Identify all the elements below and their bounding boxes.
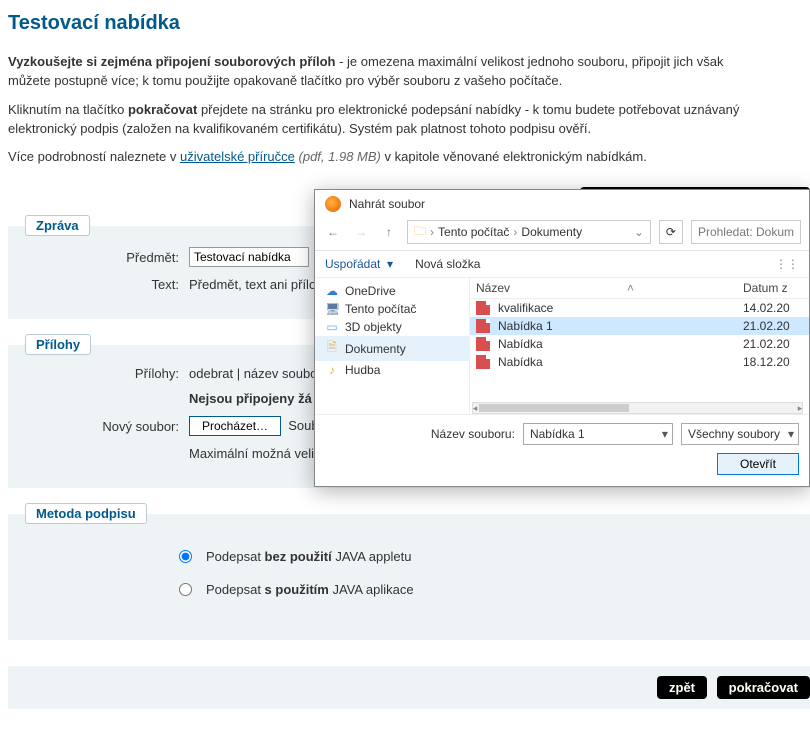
file-date: 21.02.20 <box>743 337 803 351</box>
breadcrumb[interactable]: 🗀 › Tento počítač › Dokumenty ⌄ <box>407 220 651 244</box>
folder-tree: ☁ OneDrive 🖥 Tento počítač ▭ 3D objekty 🗎 Dokum… <box>315 278 470 414</box>
tree-item-label: 3D objekty <box>345 320 402 334</box>
intro-text: Vyzkoušejte si zejména připojení souboro… <box>8 53 810 167</box>
predmet-input[interactable] <box>189 247 309 267</box>
intro-strong-1: Vyzkoušejte si zejména připojení souboro… <box>8 54 335 69</box>
tree-item[interactable]: 🖥 Tento počítač <box>315 300 469 318</box>
filename-label: Název souboru: <box>431 427 515 441</box>
file-name: Nabídka 1 <box>498 319 743 333</box>
bc-leaf[interactable]: Dokumenty <box>521 225 582 239</box>
legend-podpis: Metoda podpisu <box>25 503 147 524</box>
tree-item-icon: ▭ <box>325 320 339 334</box>
nav-back-icon[interactable]: ← <box>323 222 343 242</box>
col-name-header[interactable]: Název <box>476 281 510 295</box>
footer-buttons: zpět pokračovat <box>8 666 810 709</box>
firefox-icon <box>325 196 341 212</box>
file-name: kvalifikace <box>498 301 743 315</box>
file-date: 18.12.20 <box>743 355 803 369</box>
view-options-icon[interactable]: ⋮⋮ <box>775 257 799 271</box>
text-label: Text: <box>19 277 189 292</box>
refresh-button[interactable]: ⟳ <box>659 220 683 244</box>
tree-item[interactable]: 🗎 Dokumenty <box>315 336 469 361</box>
tree-item[interactable]: ☁ OneDrive <box>315 282 469 300</box>
file-dialog: Nahrát soubor ← → ↑ 🗀 › Tento počítač › … <box>314 189 810 487</box>
radio-with-java-input[interactable] <box>179 583 192 596</box>
col-date-header[interactable]: Datum z <box>743 281 803 295</box>
predmet-label: Předmět: <box>19 250 189 265</box>
sort-asc-icon[interactable]: ˄ <box>627 281 634 295</box>
legend-prilohy: Přílohy <box>25 334 91 355</box>
tree-item-icon: ☁ <box>325 284 339 298</box>
file-name: Nabídka <box>498 337 743 351</box>
file-list: Název˄ Datum z kvalifikace14.02.20Nabídk… <box>470 278 809 414</box>
file-row[interactable]: kvalifikace14.02.20 <box>470 299 809 317</box>
scrollbar-thumb[interactable] <box>479 404 629 412</box>
open-button[interactable]: Otevřít <box>717 453 799 475</box>
nav-up-icon[interactable]: ↑ <box>379 222 399 242</box>
radio-with-java[interactable]: Podepsat s použitím JAVA aplikace <box>179 582 799 597</box>
new-folder-button[interactable]: Nová složka <box>415 257 480 271</box>
file-date: 14.02.20 <box>743 301 803 315</box>
tree-item[interactable]: ♪ Hudba <box>315 361 469 379</box>
tree-item-label: OneDrive <box>345 284 396 298</box>
radio-no-java[interactable]: Podepsat bez použití JAVA appletu <box>179 549 799 564</box>
file-date: 21.02.20 <box>743 319 803 333</box>
continue-button[interactable]: pokračovat <box>717 676 810 699</box>
page-title: Testovací nabídka <box>8 12 810 35</box>
tree-item-icon: 🖥 <box>325 302 339 316</box>
file-row[interactable]: Nabídka18.12.20 <box>470 353 809 371</box>
dialog-title: Nahrát soubor <box>349 197 425 211</box>
filename-combo[interactable]: Nabídka 1 <box>523 423 673 445</box>
prilohy-empty: Nejsou připojeny žá <box>189 391 312 406</box>
bc-root[interactable]: Tento počítač <box>438 225 509 239</box>
search-input[interactable]: Prohledat: Dokum <box>691 220 801 244</box>
tree-item-label: Dokumenty <box>345 342 406 356</box>
intro-text-3b: v kapitole věnované elektronickým nabídk… <box>385 149 647 164</box>
tree-item[interactable]: ▭ 3D objekty <box>315 318 469 336</box>
tree-item-label: Tento počítač <box>345 302 416 316</box>
file-row[interactable]: Nabídka21.02.20 <box>470 335 809 353</box>
pdf-icon <box>476 319 490 333</box>
filetype-filter[interactable]: Všechny soubory <box>681 423 799 445</box>
manual-link[interactable]: uživatelské příručce <box>180 149 295 164</box>
pdf-icon <box>476 355 490 369</box>
pdf-icon <box>476 301 490 315</box>
tree-item-label: Hudba <box>345 363 380 377</box>
intro-strong-2: pokračovat <box>128 102 197 117</box>
pdf-hint: (pdf, 1.98 MB) <box>295 149 385 164</box>
intro-text-3a: Více podrobností naleznete v <box>8 149 180 164</box>
organize-menu[interactable]: Uspořádat ▾ <box>325 257 393 271</box>
nav-forward-icon[interactable]: → <box>351 222 371 242</box>
section-podpis: Metoda podpisu Podepsat bez použití JAVA… <box>8 514 810 640</box>
browse-button[interactable]: Procházet… <box>189 416 281 436</box>
folder-icon: 🗀 <box>414 222 426 243</box>
file-row[interactable]: Nabídka 121.02.20 <box>470 317 809 335</box>
legend-zprava: Zpráva <box>25 215 90 236</box>
radio-no-java-input[interactable] <box>179 550 192 563</box>
prilohy-label: Přílohy: <box>19 366 189 381</box>
horizontal-scrollbar[interactable]: ◂ ▸ <box>472 402 803 414</box>
tree-item-icon: ♪ <box>325 363 339 377</box>
text-value: Předmět, text ani přílo <box>189 277 316 292</box>
scroll-right-icon[interactable]: ▸ <box>795 403 805 413</box>
intro-text-2a: Kliknutím na tlačítko <box>8 102 128 117</box>
file-name: Nabídka <box>498 355 743 369</box>
novy-soubor-label: Nový soubor: <box>19 419 189 434</box>
pdf-icon <box>476 337 490 351</box>
tree-item-icon: 🗎 <box>325 338 339 359</box>
back-button[interactable]: zpět <box>657 676 707 699</box>
